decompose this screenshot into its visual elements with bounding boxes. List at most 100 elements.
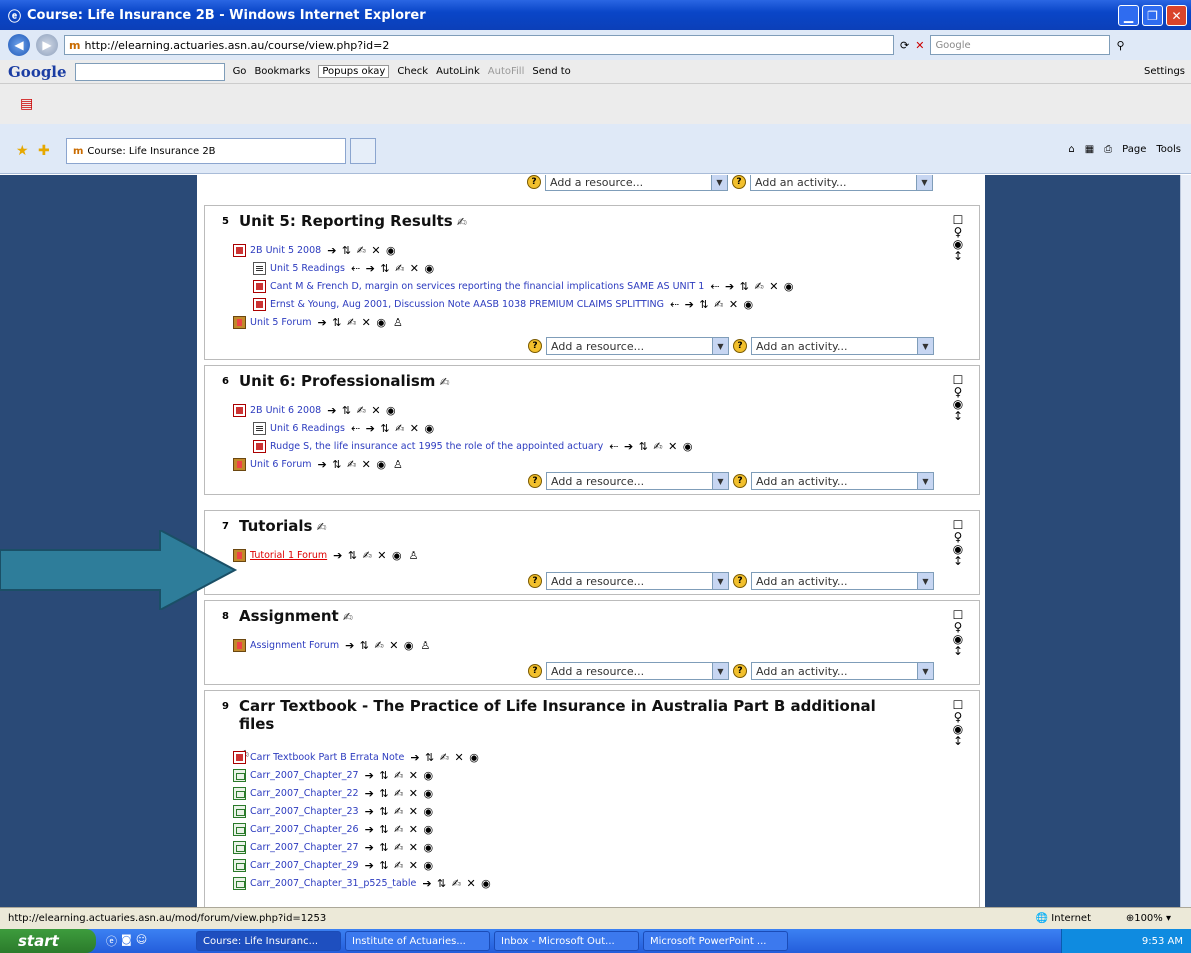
- help-icon[interactable]: ?: [528, 574, 542, 588]
- stop-icon[interactable]: ✕: [915, 39, 924, 52]
- refresh-icon[interactable]: ⟳: [900, 39, 909, 52]
- edit-summary-icon[interactable]: ✍: [435, 375, 450, 389]
- move-section-icon[interactable]: ↕: [951, 735, 965, 747]
- activity-controls[interactable]: ➔ ⇅ ✍ ✕ ◉: [318, 316, 387, 329]
- help-icon[interactable]: ?: [733, 474, 747, 488]
- google-go-button[interactable]: Go: [233, 66, 247, 77]
- add-resource-select[interactable]: Add a resource... ▼: [545, 175, 728, 191]
- chevron-down-icon[interactable]: ▼: [712, 338, 728, 354]
- move-section-icon[interactable]: ↕: [951, 250, 965, 262]
- add-resource-select[interactable]: Add a resource... ▼: [546, 572, 729, 590]
- start-button[interactable]: start: [0, 929, 96, 953]
- activity-controls[interactable]: ⇠ ➔ ⇅ ✍ ✕ ◉: [710, 280, 794, 293]
- tab-course[interactable]: ⅿ Course: Life Insurance 2B: [66, 138, 346, 164]
- activity-controls[interactable]: ➔ ⇅ ✍ ✕ ◉: [327, 404, 396, 417]
- help-icon[interactable]: ?: [528, 664, 542, 678]
- activity-link[interactable]: Ernst & Young, Aug 2001, Discussion Note…: [270, 299, 664, 310]
- popups-button[interactable]: Popups okay: [318, 65, 390, 78]
- add-activity-select[interactable]: Add an activity... ▼: [750, 175, 933, 191]
- activity-link[interactable]: Assignment Forum: [250, 640, 339, 651]
- bookmarks-button[interactable]: Bookmarks: [254, 66, 310, 77]
- vertical-scrollbar[interactable]: [1180, 175, 1191, 907]
- add-activity-select[interactable]: Add an activity... ▼: [751, 572, 934, 590]
- new-tab-button[interactable]: [350, 138, 376, 164]
- edit-summary-icon[interactable]: ✍: [453, 215, 467, 229]
- sendto-button[interactable]: Send to: [532, 66, 570, 77]
- feeds-icon[interactable]: ▦: [1085, 144, 1094, 155]
- groups-icon[interactable]: ♙: [393, 458, 404, 471]
- activity-controls[interactable]: ➔ ⇅ ✍ ✕ ◉: [365, 769, 434, 782]
- activity-link[interactable]: Carr Textbook Part B Errata Note: [250, 752, 404, 763]
- activity-link[interactable]: Carr_2007_Chapter_22: [250, 788, 359, 799]
- google-search-input[interactable]: [74, 62, 225, 81]
- favorites-star-icon[interactable]: ★: [16, 143, 29, 159]
- move-section-icon[interactable]: ↕: [951, 645, 965, 657]
- add-resource-select[interactable]: Add a resource... ▼: [546, 337, 729, 355]
- activity-link[interactable]: Unit 6 Readings: [270, 423, 345, 434]
- add-activity-select[interactable]: Add an activity... ▼: [751, 662, 934, 680]
- activity-link[interactable]: Carr_2007_Chapter_26: [250, 824, 359, 835]
- activity-controls[interactable]: ➔ ⇅ ✍ ✕ ◉: [333, 549, 402, 562]
- add-favorites-icon[interactable]: ✚: [38, 143, 50, 159]
- search-input[interactable]: Google: [930, 35, 1111, 55]
- home-icon[interactable]: ⌂: [1068, 144, 1074, 155]
- outlook-quicklaunch-icon[interactable]: ◙: [121, 933, 132, 949]
- activity-link[interactable]: 2B Unit 6 2008: [250, 405, 321, 416]
- help-icon[interactable]: ?: [733, 574, 747, 588]
- taskbar-item[interactable]: Institute of Actuaries...: [345, 931, 490, 951]
- autofill-button[interactable]: AutoFill: [488, 66, 525, 77]
- chevron-down-icon[interactable]: ▼: [712, 663, 728, 679]
- activity-controls[interactable]: ➔ ⇅ ✍ ✕ ◉: [365, 859, 434, 872]
- activity-link[interactable]: Carr_2007_Chapter_27: [250, 770, 359, 781]
- taskbar-item[interactable]: Inbox - Microsoft Out...: [494, 931, 639, 951]
- activity-controls[interactable]: ➔ ⇅ ✍ ✕ ◉: [345, 639, 414, 652]
- firefox-quicklaunch-icon[interactable]: ☺: [136, 933, 147, 949]
- help-icon[interactable]: ?: [733, 339, 747, 353]
- groups-icon[interactable]: ♙: [409, 549, 420, 562]
- add-resource-select[interactable]: Add a resource... ▼: [546, 662, 729, 680]
- help-icon[interactable]: ?: [528, 474, 542, 488]
- pdf-toolbar-icon[interactable]: ▤: [20, 96, 33, 112]
- activity-controls[interactable]: ➔ ⇅ ✍ ✕ ◉: [410, 751, 479, 764]
- move-section-icon[interactable]: ↕: [951, 555, 965, 567]
- activity-link[interactable]: Cant M & French D, margin on services re…: [270, 281, 704, 292]
- activity-controls[interactable]: ➔ ⇅ ✍ ✕ ◉: [365, 787, 434, 800]
- activity-link[interactable]: Unit 5 Forum: [250, 317, 312, 328]
- move-section-icon[interactable]: ↕: [951, 410, 965, 422]
- autolink-button[interactable]: AutoLink: [436, 66, 480, 77]
- activity-link[interactable]: Unit 5 Readings: [270, 263, 345, 274]
- address-field[interactable]: ⅿ http://elearning.actuaries.asn.au/cour…: [64, 35, 894, 55]
- help-icon[interactable]: ?: [733, 664, 747, 678]
- activity-controls[interactable]: ⇠ ➔ ⇅ ✍ ✕ ◉: [351, 422, 435, 435]
- chevron-down-icon[interactable]: ▼: [917, 573, 933, 589]
- groups-icon[interactable]: ♙: [393, 316, 404, 329]
- add-activity-select[interactable]: Add an activity... ▼: [751, 337, 934, 355]
- activity-controls[interactable]: ⇠ ➔ ⇅ ✍ ✕ ◉: [351, 262, 435, 275]
- add-activity-select[interactable]: Add an activity... ▼: [751, 472, 934, 490]
- activity-link[interactable]: 2B Unit 5 2008: [250, 245, 321, 256]
- activity-link[interactable]: Tutorial 1 Forum: [250, 550, 327, 561]
- activity-controls[interactable]: ⇠ ➔ ⇅ ✍ ✕ ◉: [670, 298, 754, 311]
- activity-controls[interactable]: ⇠ ➔ ⇅ ✍ ✕ ◉: [609, 440, 693, 453]
- chevron-down-icon[interactable]: ▼: [917, 663, 933, 679]
- back-button[interactable]: ◀: [8, 34, 30, 56]
- activity-link[interactable]: Rudge S, the life insurance act 1995 the…: [270, 441, 603, 452]
- taskbar-item[interactable]: Course: Life Insuranc...: [196, 931, 341, 951]
- activity-controls[interactable]: ➔ ⇅ ✍ ✕ ◉: [365, 823, 434, 836]
- groups-icon[interactable]: ♙: [421, 639, 432, 652]
- activity-link[interactable]: Carr_2007_Chapter_29: [250, 860, 359, 871]
- activity-controls[interactable]: ➔ ⇅ ✍ ✕ ◉: [422, 877, 491, 890]
- chevron-down-icon[interactable]: ▼: [917, 338, 933, 354]
- edit-summary-icon[interactable]: ✍: [339, 610, 353, 624]
- help-icon[interactable]: ?: [732, 175, 746, 189]
- chevron-down-icon[interactable]: ▼: [712, 473, 728, 489]
- activity-link[interactable]: Carr_2007_Chapter_27: [250, 842, 359, 853]
- check-button[interactable]: Check: [397, 66, 428, 77]
- activity-controls[interactable]: ➔ ⇅ ✍ ✕ ◉: [365, 805, 434, 818]
- tools-menu[interactable]: Tools: [1156, 144, 1181, 155]
- activity-link[interactable]: Unit 6 Forum: [250, 459, 312, 470]
- maximize-button[interactable]: ❐: [1142, 5, 1163, 26]
- activity-controls[interactable]: ➔ ⇅ ✍ ✕ ◉: [327, 244, 396, 257]
- search-icon[interactable]: ⚲: [1116, 39, 1124, 52]
- close-button[interactable]: ✕: [1166, 5, 1187, 26]
